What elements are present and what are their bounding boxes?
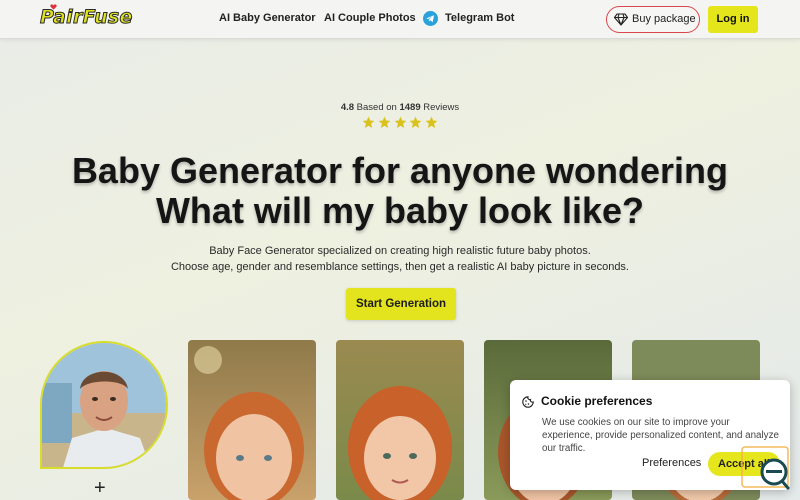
telegram-icon[interactable] [423, 11, 438, 26]
rating-text: Based on [354, 102, 400, 113]
star-icon [409, 116, 422, 129]
buy-package-button[interactable]: Buy package [606, 6, 700, 33]
baby-photo[interactable] [188, 340, 316, 500]
cookie-title: Cookie preferences [541, 394, 653, 408]
baby-photo[interactable] [336, 340, 464, 500]
diamond-icon [614, 13, 628, 26]
login-button[interactable]: Log in [708, 6, 758, 33]
cookie-icon [522, 396, 534, 408]
preferences-button[interactable]: Preferences [642, 457, 701, 469]
plus-symbol: + [94, 477, 106, 499]
star-icon [394, 116, 406, 129]
hero-subtext-line2: Choose age, gender and resemblance setti… [170, 261, 629, 273]
chat-widget-icon[interactable] [741, 446, 791, 490]
hero-headline-line2: What will my baby look like? [155, 190, 645, 231]
star-icon [362, 116, 375, 129]
nav-ai-baby-generator[interactable]: AI Baby Generator [219, 12, 316, 24]
parent-photo [40, 341, 168, 469]
start-generation-button[interactable]: Start Generation [346, 288, 456, 320]
top-navbar: PairFuse AI Baby Generator AI Couple Pho… [0, 0, 800, 39]
buy-package-label: Buy package [632, 13, 696, 25]
review-count: 1489 [399, 102, 421, 113]
heart-icon [50, 4, 57, 10]
rating-summary: 4.8 Based on 1489 Reviews [0, 102, 800, 113]
star-icon [378, 116, 391, 129]
rating-suffix: Reviews [420, 102, 460, 113]
rating-value: 4.8 [340, 102, 355, 113]
nav-ai-couple-photos[interactable]: AI Couple Photos [324, 12, 416, 24]
rating-stars [362, 116, 438, 129]
hero-headline-line1: Baby Generator for anyone wondering [71, 150, 729, 191]
hero-subtext-line1: Baby Face Generator specialized on creat… [209, 245, 591, 257]
star-icon [425, 116, 438, 129]
nav-telegram-bot[interactable]: Telegram Bot [445, 12, 514, 24]
